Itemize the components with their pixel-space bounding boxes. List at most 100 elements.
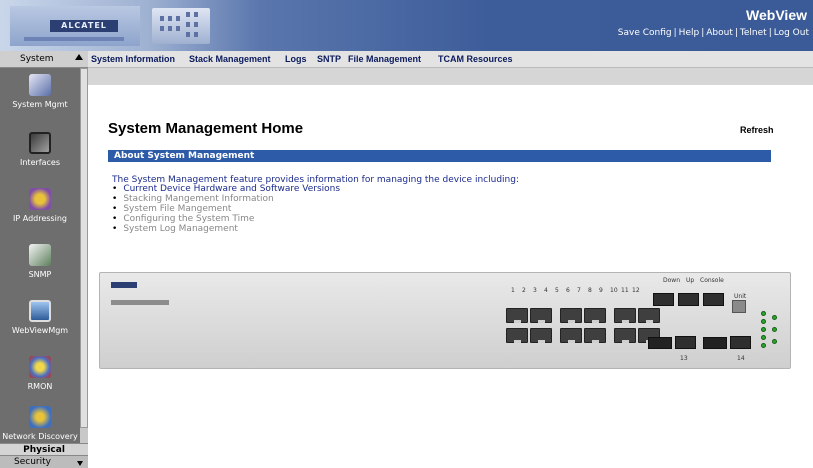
port-number: 9 — [599, 287, 603, 294]
refresh-button[interactable]: Refresh — [740, 125, 774, 135]
port-number: 10 — [610, 287, 618, 294]
menu-logs[interactable]: Logs — [285, 54, 307, 64]
console-port[interactable] — [703, 293, 724, 306]
combo-port[interactable] — [730, 336, 751, 349]
stack-down-port[interactable] — [653, 293, 674, 306]
status-led-icon — [761, 319, 766, 324]
sidebar-item-label: WebViewMgm — [11, 326, 69, 335]
bullet-icon: • — [112, 214, 118, 224]
help-link[interactable]: Help — [679, 28, 700, 38]
system-mgmt-icon — [29, 74, 51, 96]
port-number: 2 — [522, 287, 526, 294]
sidebar-item-label: System Mgmt — [12, 100, 68, 109]
port-number: 5 — [555, 287, 559, 294]
list-item-text: System File Mangement — [123, 204, 232, 214]
ethernet-port[interactable] — [530, 328, 552, 343]
telnet-link[interactable]: Telnet — [740, 28, 767, 38]
sidebar-section-physical[interactable]: Physical — [0, 443, 88, 455]
ethernet-port[interactable] — [506, 308, 528, 323]
sidebar-header[interactable]: System — [0, 51, 88, 68]
bullet-icon: • — [112, 184, 118, 194]
chevron-down-icon[interactable] — [77, 461, 83, 466]
security-label: Security — [14, 457, 51, 467]
port-number: 1 — [511, 287, 515, 294]
sidebar-section-security[interactable]: Security — [0, 455, 88, 468]
webview-mgmt-icon — [29, 300, 51, 322]
ethernet-port[interactable] — [560, 328, 582, 343]
sidebar-item-rmon[interactable]: RMON — [0, 356, 80, 391]
menu-stack-management[interactable]: Stack Management — [189, 54, 271, 64]
port-number: 8 — [588, 287, 592, 294]
sidebar-item-system-mgmt[interactable]: System Mgmt — [0, 74, 80, 109]
submenu-strip — [88, 68, 813, 85]
status-led-icon — [761, 335, 766, 340]
sidebar-list: System Mgmt Interfaces IP Addressing SNM… — [0, 68, 80, 443]
scroll-up-arrow-icon[interactable] — [75, 54, 83, 60]
down-label: Down — [663, 277, 681, 284]
ethernet-port[interactable] — [584, 308, 606, 323]
separator: | — [734, 28, 738, 38]
section-header: About System Management — [108, 150, 771, 162]
sfp-port[interactable] — [648, 337, 672, 349]
save-config-link[interactable]: Save Config — [618, 28, 672, 38]
sidebar-item-label: Interfaces — [20, 158, 60, 167]
status-led-icon — [761, 311, 766, 316]
ethernet-port[interactable] — [638, 308, 660, 323]
sidebar: System System Mgmt Interfaces IP Address… — [0, 51, 88, 468]
header-banner: ALCATEL WebView Save Config | Help | About | T… — [0, 0, 813, 51]
bullet-icon: • — [112, 224, 118, 234]
status-led-icon — [772, 339, 777, 344]
sidebar-scroll-thumb[interactable] — [80, 68, 88, 428]
port-number: 3 — [533, 287, 537, 294]
list-item: • System File Mangement — [112, 204, 231, 214]
list-item-text: Stacking Mangement Information — [123, 194, 274, 204]
separator: | — [701, 28, 705, 38]
status-led-icon — [772, 327, 777, 332]
port-14-label: 14 — [737, 355, 745, 362]
sidebar-item-webview-mgmt[interactable]: WebViewMgm — [0, 300, 80, 335]
snmp-icon — [29, 244, 51, 266]
sidebar-item-ip-addressing[interactable]: IP Addressing — [0, 188, 80, 223]
ethernet-port[interactable] — [584, 328, 606, 343]
menu-sntp[interactable]: SNTP — [317, 54, 341, 64]
switch-front-panel: 1 2 3 4 5 6 7 8 9 10 11 12 Down Up Conso… — [99, 272, 791, 369]
list-item: • Configuring the System Time — [112, 214, 254, 224]
rmon-icon — [29, 356, 51, 378]
sidebar-item-label: SNMP — [28, 270, 52, 279]
sfp-port[interactable] — [703, 337, 727, 349]
list-item-text: System Log Management — [123, 224, 238, 234]
port-number: 11 — [621, 287, 629, 294]
list-item: • System Log Management — [112, 224, 238, 234]
sidebar-item-interfaces[interactable]: Interfaces — [0, 132, 80, 167]
port-number: 4 — [544, 287, 548, 294]
sidebar-item-network-discovery[interactable]: Network Discovery — [0, 406, 80, 441]
menu-tcam-resources[interactable]: TCAM Resources — [438, 54, 513, 64]
device-model-label — [111, 300, 169, 305]
list-item-text: Configuring the System Time — [123, 214, 255, 224]
bullet-icon: • — [112, 194, 118, 204]
building-icon — [152, 8, 210, 44]
about-link[interactable]: About — [706, 28, 733, 38]
list-item-text: Current Device Hardware and Software Ver… — [123, 184, 341, 194]
up-label: Up — [686, 277, 695, 284]
port-number: 7 — [577, 287, 581, 294]
menu-system-information[interactable]: System Information — [91, 54, 175, 64]
stack-up-port[interactable] — [678, 293, 699, 306]
ethernet-port[interactable] — [614, 308, 636, 323]
ethernet-port[interactable] — [614, 328, 636, 343]
port-13-label: 13 — [680, 355, 688, 362]
unit-label: Unit — [734, 293, 747, 300]
sidebar-item-snmp[interactable]: SNMP — [0, 244, 80, 279]
ethernet-port[interactable] — [506, 328, 528, 343]
log-out-link[interactable]: Log Out — [774, 28, 809, 38]
ethernet-port[interactable] — [560, 308, 582, 323]
ethernet-port[interactable] — [530, 308, 552, 323]
console-label: Console — [700, 277, 724, 284]
network-discovery-icon — [29, 406, 51, 428]
sidebar-heading: System — [20, 54, 54, 64]
menu-file-management[interactable]: File Management — [348, 54, 421, 64]
combo-port[interactable] — [675, 336, 696, 349]
bullet-icon: • — [112, 204, 118, 214]
list-item: • Current Device Hardware and Software Ve… — [112, 184, 340, 194]
status-led-icon — [761, 343, 766, 348]
